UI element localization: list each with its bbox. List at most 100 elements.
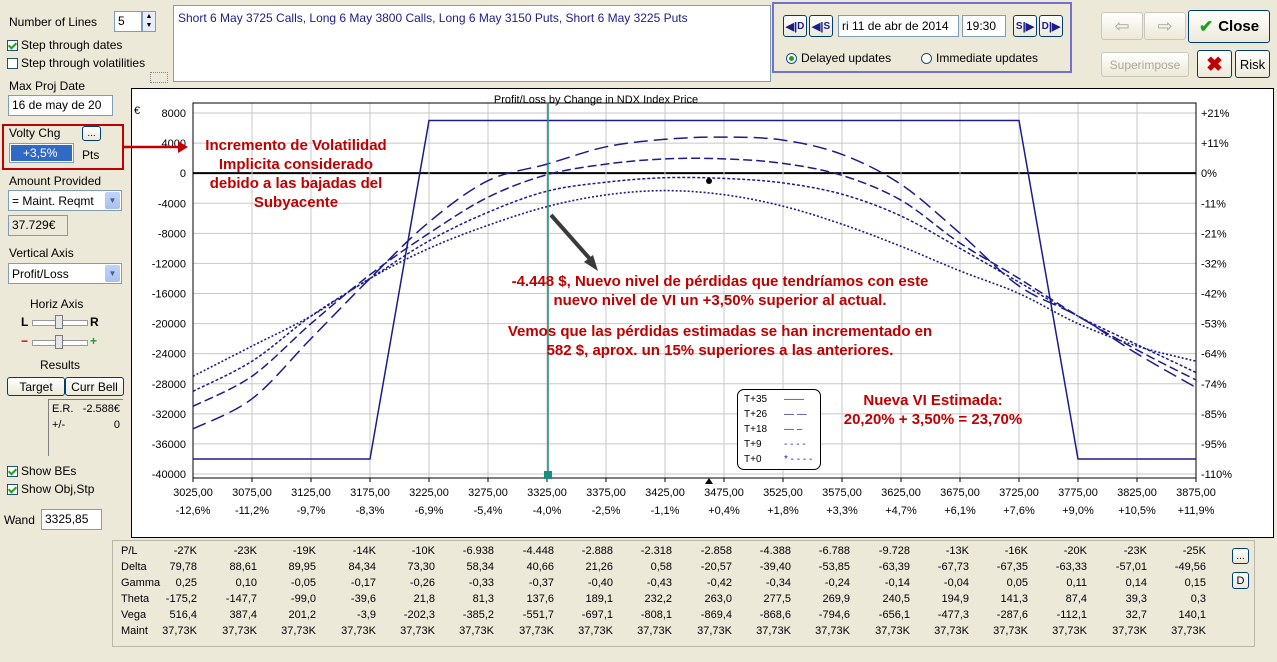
- table-cell: -869,4: [700, 609, 732, 621]
- table-cell: 141,3: [1000, 593, 1028, 605]
- x-pct-tick-label: +1,8%: [767, 505, 799, 517]
- table-cell: 194,9: [941, 593, 969, 605]
- table-cell: -385,2: [462, 609, 494, 621]
- x-pct-tick-label: -1,1%: [651, 505, 680, 517]
- x-tick-label: 3875,00: [1176, 487, 1216, 499]
- annotation-line: Nueva VI Estimada:: [863, 392, 1003, 409]
- table-cell: 79,78: [169, 561, 197, 573]
- table-cell: 89,95: [288, 561, 316, 573]
- y-right-tick-label: -53%: [1201, 319, 1227, 331]
- table-cell: 0,10: [235, 577, 257, 589]
- annotation-line: Implicita considerado: [218, 156, 374, 173]
- x-pct-tick-label: +0,4%: [708, 505, 740, 517]
- table-cell: -67,73: [937, 561, 969, 573]
- y-tick-label: -20000: [152, 319, 186, 331]
- table-cell: -112,1: [1056, 609, 1087, 621]
- annotation-line: 20,20% + 3,50% = 23,70%: [843, 411, 1023, 428]
- legend-item: T+35 ——: [744, 394, 804, 405]
- table-cell: -13K: [945, 545, 969, 557]
- table-cell: 37,73K: [993, 625, 1028, 637]
- annotation-loss: -4.448 $, Nuevo nivel de pérdidas que te…: [480, 272, 960, 360]
- legend-label: T+18: [744, 424, 768, 435]
- table-cell: -14K: [352, 545, 376, 557]
- x-tick-label: 3025,00: [173, 487, 213, 499]
- table-cell: -175,2: [165, 593, 197, 605]
- y-right-tick-label: -85%: [1201, 409, 1227, 421]
- table-cell: 37,73K: [815, 625, 850, 637]
- legend-line-sample: — –: [784, 424, 803, 435]
- y-right-tick-label: -64%: [1201, 349, 1227, 361]
- x-pct-tick-label: -4,0%: [533, 505, 562, 517]
- table-cell: 189,1: [585, 593, 613, 605]
- table-cell: 137,6: [526, 593, 554, 605]
- y-tick-label: -36000: [152, 439, 186, 451]
- arrow-loss-shaft: [549, 213, 592, 261]
- annotation-line: 582 $, aprox. un 15% superiores a las an…: [546, 342, 894, 359]
- table-cell: -551,7: [522, 609, 554, 621]
- table-row-label: Delta: [121, 561, 147, 573]
- table-cell: -53,85: [818, 561, 850, 573]
- y-axis-labels: 800040000-4000-8000-12000-16000-20000-24…: [152, 108, 186, 481]
- x-pct-tick-label: +9,0%: [1062, 505, 1094, 517]
- table-cell: -27K: [173, 545, 197, 557]
- legend-label: T+0: [744, 454, 762, 465]
- x-pct-tick-label: +7,6%: [1003, 505, 1035, 517]
- table-cell: 37,73K: [400, 625, 435, 637]
- table-cell: 37,73K: [162, 625, 197, 637]
- y-tick-label: -24000: [152, 349, 186, 361]
- y-right-tick-label: -11%: [1201, 198, 1226, 210]
- x-pct-tick-label: -11,2%: [235, 505, 269, 517]
- legend-item: T+0 * - - - -: [744, 454, 812, 465]
- y-right-tick-label: -42%: [1201, 289, 1227, 301]
- x-pct-tick-label: +6,1%: [944, 505, 976, 517]
- table-cell: 232,2: [644, 593, 672, 605]
- table-cell: 0,14: [1125, 577, 1147, 589]
- x-pct-tick-label: -9,7%: [297, 505, 326, 517]
- x-pct-tick-label: -12,6%: [176, 505, 211, 517]
- table-cell: 88,61: [229, 561, 257, 573]
- table-cell: -0,26: [409, 577, 435, 589]
- table-cell: 37,73K: [341, 625, 376, 637]
- table-cell: 140,1: [1178, 609, 1206, 621]
- table-cell: -2.318: [640, 545, 672, 557]
- table-cell: -697,1: [581, 609, 613, 621]
- table-cell: -9.728: [878, 545, 910, 557]
- table-cell: 84,34: [348, 561, 376, 573]
- y-right-tick-label: +11%: [1201, 138, 1229, 150]
- legend-item: T+18 — –: [744, 424, 802, 435]
- table-cell: 201,2: [288, 609, 316, 621]
- x-pct-tick-label: -6,9%: [415, 505, 444, 517]
- table-cell: 240,5: [882, 593, 910, 605]
- y-tick-label: -8000: [158, 228, 186, 240]
- table-cell: 37,73K: [637, 625, 672, 637]
- table-cell: -794,6: [818, 609, 850, 621]
- table-cell: 37,73K: [1171, 625, 1206, 637]
- table-d-button[interactable]: D: [1232, 572, 1249, 589]
- y-tick-label: 8000: [162, 108, 186, 120]
- table-cell: -202,3: [403, 609, 435, 621]
- table-more-button[interactable]: ...: [1232, 548, 1249, 564]
- table-cell: -477,3: [937, 609, 969, 621]
- table-cell: -25K: [1182, 545, 1206, 557]
- x-tick-label: 3125,00: [291, 487, 331, 499]
- table-cell: 37,73K: [1052, 625, 1087, 637]
- table-cell: -0,43: [646, 577, 672, 589]
- legend-item: T+26 — —: [744, 409, 807, 420]
- annotation-new-vi: Nueva VI Estimada: 20,20% + 3,50% = 23,7…: [828, 391, 1038, 429]
- table-cell: 81,3: [472, 593, 494, 605]
- table-cell: 37,73K: [281, 625, 316, 637]
- table-cell: -39,40: [759, 561, 791, 573]
- y-right-tick-label: -110%: [1201, 469, 1232, 481]
- table-cell: -10K: [411, 545, 435, 557]
- annotation-line: debido a las bajadas del: [209, 175, 383, 192]
- table-cell: -23K: [233, 545, 257, 557]
- y-tick-label: -12000: [152, 258, 186, 270]
- x-pct-tick-label: +10,5%: [1118, 505, 1156, 517]
- table-cell: 0,11: [1066, 577, 1087, 589]
- table-cell: 0,15: [1184, 577, 1206, 589]
- table-cell: -6.938: [462, 545, 494, 557]
- table-cell: 269,9: [822, 593, 850, 605]
- table-cell: -147,7: [225, 593, 257, 605]
- table-cell: -868,6: [759, 609, 791, 621]
- table-cell: 37,73K: [578, 625, 613, 637]
